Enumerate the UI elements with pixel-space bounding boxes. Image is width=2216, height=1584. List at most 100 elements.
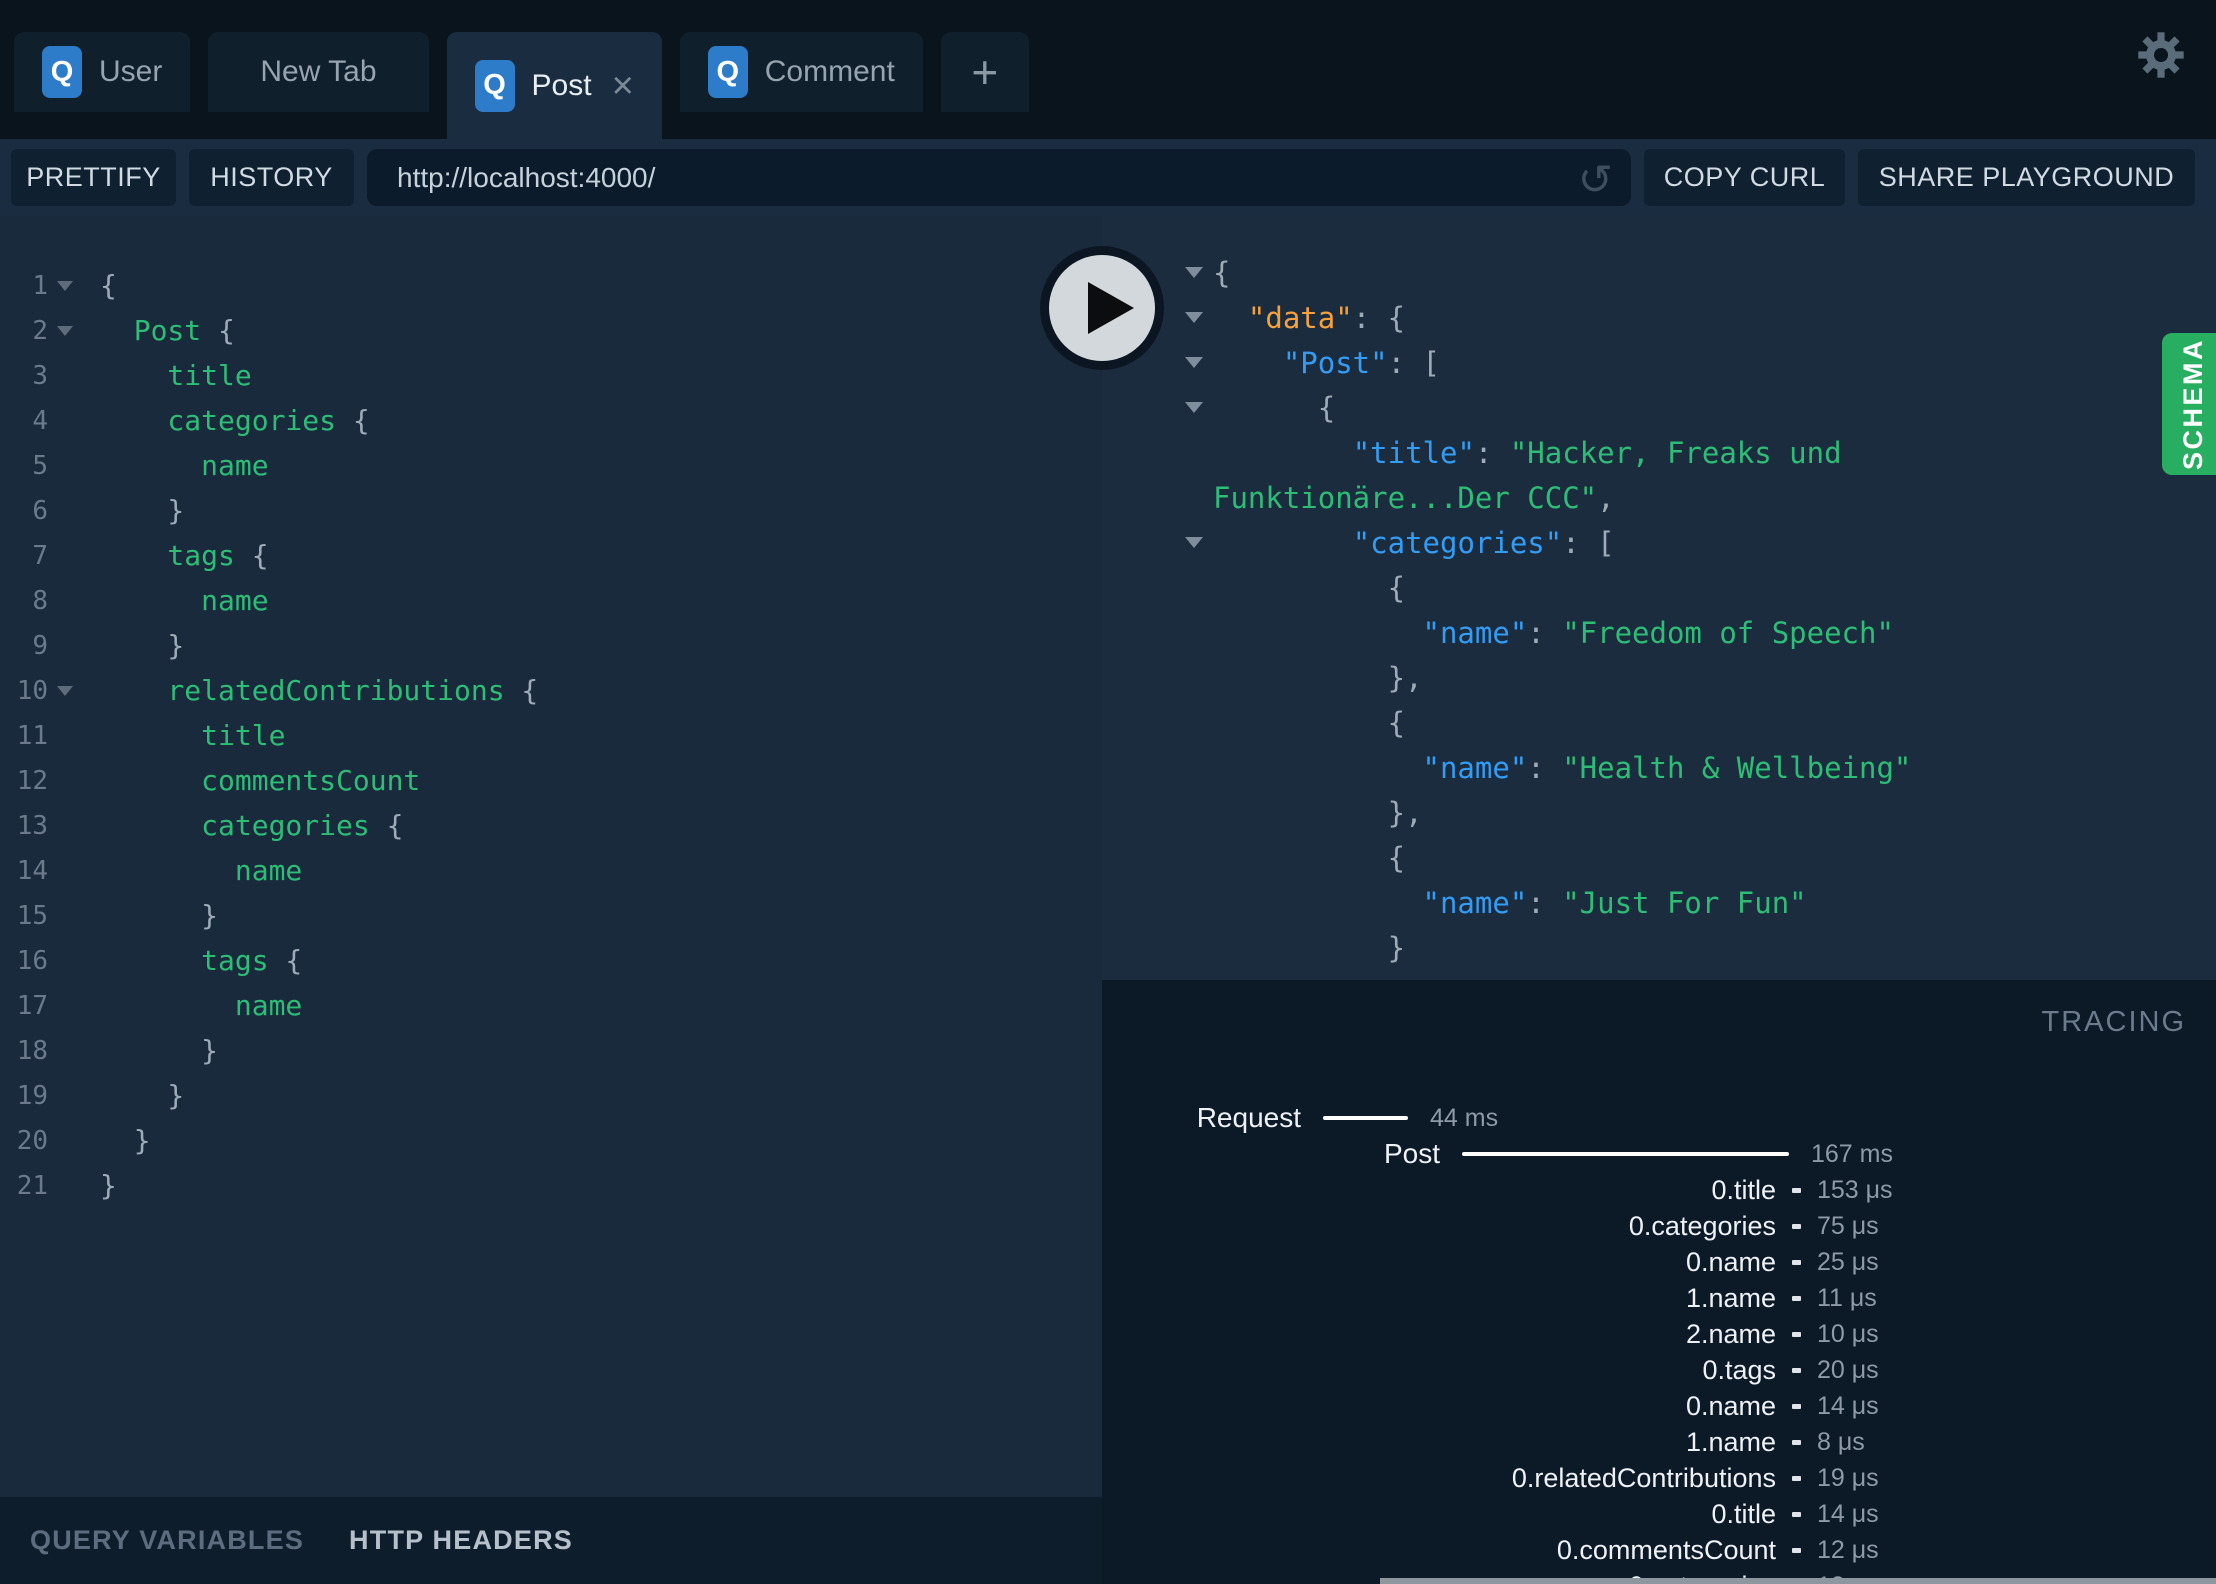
add-tab-button[interactable]: + xyxy=(940,32,1029,112)
response-line: "data": { xyxy=(1102,296,2216,341)
response-line: { xyxy=(1102,251,2216,296)
chevron-down-icon xyxy=(57,325,73,336)
tracing-span-label: 0.tags xyxy=(1702,1354,1776,1385)
code-token: tags xyxy=(100,944,269,977)
tracing-panel: TRACING Request 44 ms Post 167 ms 0.title 153… xyxy=(1102,980,2216,1584)
schema-side-tab-label: SCHEMA xyxy=(2177,337,2208,470)
collapse-arrow-icon[interactable] xyxy=(1185,357,1203,368)
response-code-text: { xyxy=(1213,251,2053,296)
tracing-dash xyxy=(1792,1295,1801,1301)
tracing-span-label: 0.relatedContributions xyxy=(1511,1462,1776,1493)
tracing-duration-value: 20 μs xyxy=(1817,1355,1879,1384)
code-token: } xyxy=(100,1079,185,1112)
fold-arrow-icon[interactable] xyxy=(48,280,82,291)
response-code-text: "name": "Health & Wellbeing" xyxy=(1213,746,2053,791)
tracing-dash xyxy=(1792,1259,1801,1265)
response-line: "title": "Hacker, Freaks und Funktionäre… xyxy=(1102,431,2216,521)
code-token: : xyxy=(1527,751,1563,785)
tracing-duration-bar xyxy=(1323,1116,1408,1120)
code-token: Post xyxy=(100,314,202,347)
editor-line: 10 relatedContributions { xyxy=(0,668,1102,713)
response-line: } xyxy=(1102,926,2216,971)
endpoint-url-input[interactable] xyxy=(367,149,1631,206)
editor-line: 17 name xyxy=(0,983,1102,1028)
code-token: "Health & Wellbeing" xyxy=(1562,751,1912,785)
response-code-text: "categories": [ xyxy=(1213,521,2053,566)
tabs-container: Q User New Tab Q Post × Q Comment + xyxy=(14,32,1029,139)
response-lines: { "data": { "Post": [ { "title": "Hacker… xyxy=(1102,251,2216,980)
collapse-arrow-icon[interactable] xyxy=(1185,537,1203,548)
response-line: "name": "Freedom of Speech" xyxy=(1102,611,2216,656)
editor-line: 14 name xyxy=(0,848,1102,893)
close-tab-icon[interactable]: × xyxy=(612,67,634,105)
code-token: "name" xyxy=(1213,751,1528,785)
line-number: 19 xyxy=(16,1080,48,1111)
response-line: }, xyxy=(1102,656,2216,701)
code-token: : [ xyxy=(1387,346,1440,380)
code-token: } xyxy=(100,899,219,932)
share-playground-button[interactable]: SHARE PLAYGROUND xyxy=(1858,149,2195,206)
history-button[interactable]: HISTORY xyxy=(189,149,354,206)
code-token: } xyxy=(100,1124,151,1157)
reload-endpoint-icon[interactable]: ↺ xyxy=(1578,151,1613,208)
code-token: } xyxy=(100,1034,219,1067)
tab-comment[interactable]: Q Comment xyxy=(679,32,923,112)
toolbar: PRETTIFY HISTORY ↺ COPY CURL SHARE PLAYG… xyxy=(0,139,2216,216)
query-code-text: name xyxy=(100,848,302,893)
tracing-rows: Request 44 ms Post 167 ms 0.title 153 μs 0.cat… xyxy=(1126,1100,2216,1584)
code-token: relatedContributions xyxy=(100,674,505,707)
prettify-button[interactable]: PRETTIFY xyxy=(11,149,176,206)
query-code-text: Post { xyxy=(100,308,235,353)
tracing-span-label: 0.title xyxy=(1711,1498,1776,1529)
code-token: "Post" xyxy=(1213,346,1388,380)
tab-post[interactable]: Q Post × xyxy=(446,32,662,139)
query-type-badge: Q xyxy=(474,59,515,112)
editor-line: 19 } xyxy=(0,1073,1102,1118)
response-viewer[interactable]: { "data": { "Post": [ { "title": "Hacker… xyxy=(1102,216,2216,980)
copy-curl-button[interactable]: COPY CURL xyxy=(1644,149,1845,206)
chevron-down-icon xyxy=(57,280,73,291)
line-number: 12 xyxy=(16,765,48,796)
line-number: 17 xyxy=(16,990,48,1021)
tracing-title: TRACING xyxy=(2041,1006,2186,1038)
line-number: 2 xyxy=(32,315,48,346)
collapse-arrow-icon[interactable] xyxy=(1185,402,1203,413)
collapse-arrow-icon[interactable] xyxy=(1185,312,1203,323)
collapse-arrow-icon[interactable] xyxy=(1185,267,1203,278)
code-token: name xyxy=(100,584,269,617)
tracing-duration-value: 75 μs xyxy=(1817,1211,1879,1240)
code-token: { xyxy=(1213,391,1336,425)
editor-line: 2 Post { xyxy=(0,308,1102,353)
http-headers-tab[interactable]: HTTP HEADERS xyxy=(349,1525,573,1556)
execute-query-button[interactable] xyxy=(1040,246,1164,370)
play-icon xyxy=(1040,246,1164,370)
tab-new-tab[interactable]: New Tab xyxy=(208,32,429,112)
tab-label: Post xyxy=(531,68,592,102)
code-token: : xyxy=(1527,886,1563,920)
query-editor[interactable]: 1{2 Post {3 title 4 categories {5 name 6 }… xyxy=(0,216,1102,1497)
query-variables-tab[interactable]: QUERY VARIABLES xyxy=(30,1525,304,1556)
response-code-text: "data": { xyxy=(1213,296,2053,341)
editor-line: 15 } xyxy=(0,893,1102,938)
schema-side-tab[interactable]: SCHEMA xyxy=(2162,333,2216,475)
line-number: 4 xyxy=(32,405,48,436)
tab-user[interactable]: Q User xyxy=(14,32,191,112)
line-number: 16 xyxy=(16,945,48,976)
code-token: , xyxy=(1597,481,1615,515)
tracing-dash xyxy=(1792,1223,1801,1229)
line-number: 8 xyxy=(32,585,48,616)
fold-arrow-icon[interactable] xyxy=(48,685,82,696)
tracing-row: 0.categories 75 μs xyxy=(1126,1208,2216,1244)
tracing-row: 1.name 11 μs xyxy=(1126,1280,2216,1316)
response-code-text: { xyxy=(1213,701,2053,746)
editor-line: 3 title xyxy=(0,353,1102,398)
line-number: 9 xyxy=(32,630,48,661)
editor-line: 21} xyxy=(0,1163,1102,1208)
fold-arrow-icon[interactable] xyxy=(48,325,82,336)
query-code-text: } xyxy=(100,1073,184,1118)
tracing-dash xyxy=(1792,1331,1801,1337)
settings-button[interactable] xyxy=(2132,26,2190,84)
line-number: 14 xyxy=(16,855,48,886)
line-number: 7 xyxy=(32,540,48,571)
editor-footer: QUERY VARIABLES HTTP HEADERS xyxy=(0,1497,1102,1584)
